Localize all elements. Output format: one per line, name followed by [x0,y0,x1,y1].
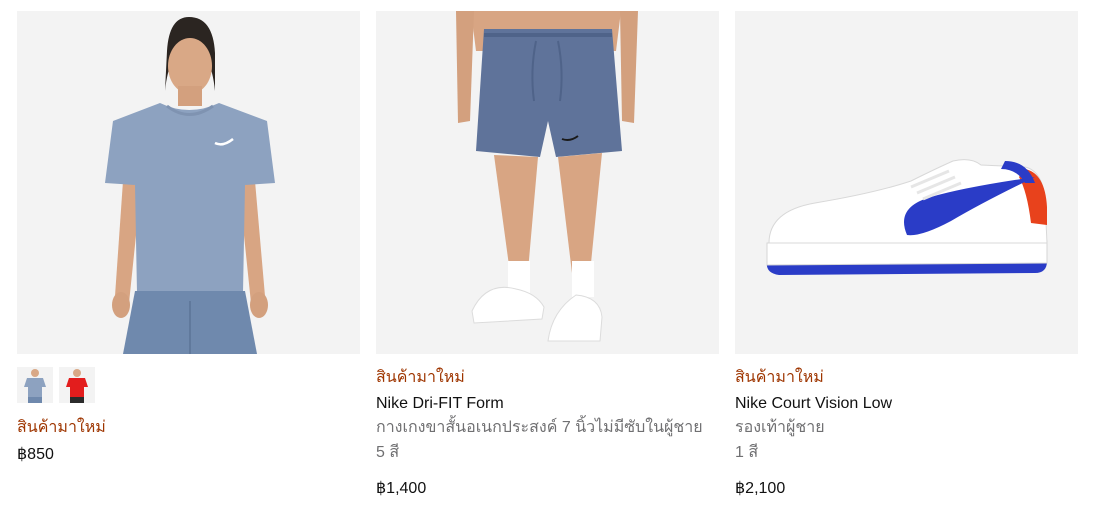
sneaker-illustration [735,11,1078,354]
product-image[interactable] [376,11,719,354]
blue-shirt-thumbnail-image [17,367,53,403]
product-subtitle: รองเท้าผู้ชาย [735,419,825,436]
color-thumbnails [17,367,360,403]
product-image[interactable] [17,11,360,354]
product-price: ฿2,100 [735,480,786,497]
thumbnail-blue[interactable] [17,367,53,403]
product-price: ฿1,400 [376,480,427,497]
product-price: ฿850 [17,446,54,463]
product-card[interactable]: สินค้ามาใหม่ ฿850 [17,11,360,467]
thumbnail-red[interactable] [59,367,95,403]
product-name: Nike Dri-FIT Form [376,395,504,412]
product-image[interactable] [735,11,1078,354]
new-arrival-badge: สินค้ามาใหม่ [17,419,106,436]
red-shirt-thumbnail-image [59,367,95,403]
product-card[interactable]: สินค้ามาใหม่ Nike Dri-FIT Form กางเกงขาส… [376,11,719,501]
new-arrival-badge: สินค้ามาใหม่ [735,369,824,386]
color-count: 5 สี [376,444,400,461]
color-count: 1 สี [735,444,759,461]
shorts-model-illustration [376,11,719,354]
new-arrival-badge: สินค้ามาใหม่ [376,369,465,386]
t-shirt-model-illustration [17,11,360,354]
product-subtitle: กางเกงขาสั้นอเนกประสงค์ 7 นิ้วไม่มีซับใน… [376,419,703,436]
product-card[interactable]: สินค้ามาใหม่ Nike Court Vision Low รองเท… [735,11,1078,501]
product-name: Nike Court Vision Low [735,395,893,412]
